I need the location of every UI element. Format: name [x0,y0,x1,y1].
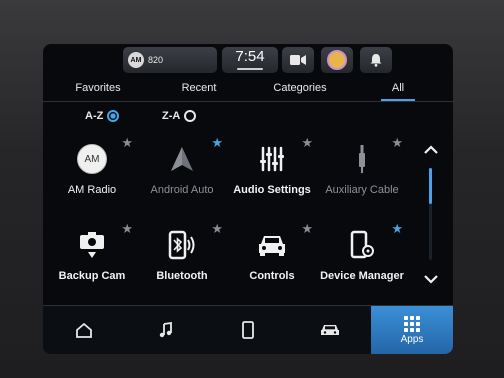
favorite-star-icon[interactable]: ★ [301,222,313,235]
am-radio-icon: AM [75,142,109,176]
tab-recent[interactable]: Recent [171,78,227,100]
radio-unselected-icon [184,110,197,122]
clock-area[interactable]: 7:54 [222,47,278,73]
dock-vehicle-button[interactable] [289,306,371,354]
sort-za-option[interactable]: Z-A [162,110,197,122]
app-bluetooth[interactable]: ★ Bluetooth [135,222,229,310]
car-controls-icon [255,228,289,262]
infotainment-screen: AM 820 7:54 Favorites Recent Categories … [43,44,453,354]
favorite-star-icon[interactable]: ★ [301,136,313,149]
app-am-radio[interactable]: AM ★ AM Radio [45,136,139,224]
favorite-star-icon[interactable]: ★ [391,136,403,149]
scrollbar-thumb[interactable] [429,168,432,204]
dock-apps-button[interactable]: Apps [371,306,453,354]
tab-bar: Favorites Recent Categories All [43,78,453,101]
sort-az-option[interactable]: A-Z [85,110,120,122]
dock-home-button[interactable] [43,306,125,354]
scrollbar[interactable] [429,168,432,260]
sort-za-label: Z-A [162,110,181,122]
apps-grid-icon [404,315,420,332]
dock-media-button[interactable] [125,306,207,354]
pulldown-handle[interactable] [237,68,263,70]
app-auxiliary-cable[interactable]: ★ Auxiliary Cable [315,136,409,224]
clock: 7:54 [235,48,265,65]
equalizer-icon [255,142,289,176]
favorite-star-icon[interactable]: ★ [211,136,223,149]
status-bar: AM 820 7:54 [43,44,453,76]
camera-button[interactable] [282,47,314,73]
scroll-up-button[interactable] [420,140,442,158]
phone-icon [242,321,254,339]
android-auto-icon [165,142,199,176]
backup-camera-icon [75,228,109,262]
car-icon [321,325,339,335]
notifications-button[interactable] [360,47,392,73]
tab-categories[interactable]: Categories [265,78,335,100]
app-device-manager[interactable]: ★ Device Manager [315,222,409,310]
profile-button[interactable] [321,47,353,73]
app-label: Auxiliary Cable [325,184,399,196]
radio-frequency: 820 [148,55,164,65]
am-badge: AM [128,52,144,68]
sort-az-label: A-Z [85,110,104,122]
dock-phone-button[interactable] [207,306,289,354]
video-camera-icon [290,55,306,65]
bell-icon [370,54,382,67]
chevron-down-icon [424,274,438,284]
bottom-dock: Apps [43,306,453,354]
favorite-star-icon[interactable]: ★ [391,222,403,235]
head-unit-bezel: AM 820 7:54 Favorites Recent Categories … [0,0,504,378]
aux-cable-icon [345,142,379,176]
favorite-star-icon[interactable]: ★ [121,222,133,235]
app-android-auto[interactable]: ★ Android Auto [135,136,229,224]
now-playing-radio[interactable]: AM 820 [123,47,217,73]
favorite-star-icon[interactable]: ★ [121,136,133,149]
app-audio-settings[interactable]: ★ Audio Settings [225,136,319,224]
radio-selected-icon [107,110,120,122]
favorite-star-icon[interactable]: ★ [211,222,223,235]
scroll-down-button[interactable] [420,270,442,288]
tab-all[interactable]: All [381,78,415,101]
home-icon [76,322,92,338]
music-note-icon [159,322,172,338]
app-label: Device Manager [320,270,404,282]
device-manager-icon [345,228,379,262]
divider [43,101,453,102]
bluetooth-phone-icon [165,228,199,262]
app-controls[interactable]: ★ Controls [225,222,319,310]
avatar [327,50,347,70]
chevron-up-icon [424,144,438,154]
app-backup-cam[interactable]: ★ Backup Cam [45,222,139,310]
apps-label: Apps [400,333,424,345]
tab-favorites[interactable]: Favorites [65,78,131,100]
